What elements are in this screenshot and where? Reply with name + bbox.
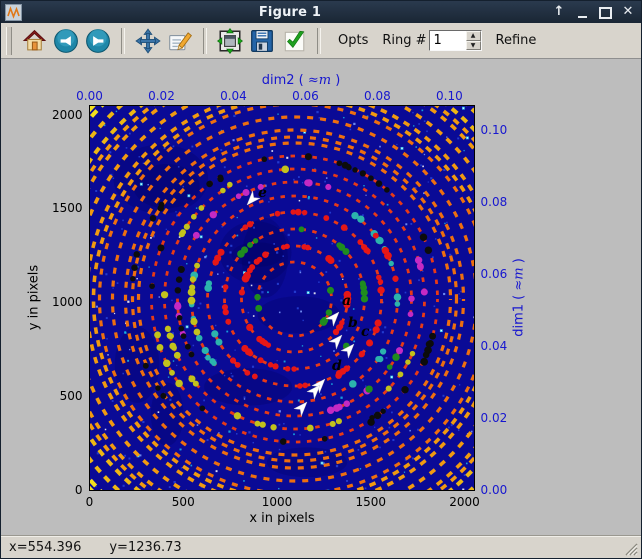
spin-up-button[interactable]: ▲ (466, 31, 481, 41)
home-icon (22, 28, 47, 53)
tick-label: 1000 (262, 495, 293, 509)
save-icon (249, 28, 275, 54)
svg-text:a: a (342, 293, 351, 309)
ring-number-input[interactable] (430, 31, 466, 50)
toolbar-separator (317, 28, 321, 54)
toolbar-separator (121, 28, 125, 54)
maximize-icon (599, 7, 612, 19)
subplots-button[interactable] (216, 27, 244, 55)
minimize-icon (578, 16, 587, 18)
tick-label: 1500 (355, 495, 386, 509)
spin-down-button[interactable]: ▼ (466, 41, 481, 51)
tick-label: 0.10 (436, 89, 463, 103)
window-title: Figure 1 (28, 5, 552, 20)
tick-label: 500 (60, 389, 83, 403)
home-button[interactable] (20, 27, 48, 55)
forward-icon (85, 28, 111, 54)
cursor-position-y: y=1236.73 (109, 540, 181, 555)
tick-label: 0.02 (148, 89, 175, 103)
maximize-button[interactable] (598, 5, 612, 19)
save-button[interactable] (248, 27, 276, 55)
right-axis-label: dim1 ( ≈m ) (512, 248, 527, 348)
back-button[interactable] (52, 27, 80, 55)
tick-label: 0.00 (481, 483, 508, 497)
y-axis-label: y in pixels (27, 248, 42, 348)
tick-label: 0.06 (292, 89, 319, 103)
figure-canvas: abc d e dim2 ( ≈m ) dim1 ( ≈m ) x in pixel… (1, 59, 641, 535)
tick-label: 2000 (449, 495, 480, 509)
tick-label: 0.04 (481, 339, 508, 353)
close-button[interactable]: ✕ (621, 5, 635, 19)
forward-button[interactable] (84, 27, 112, 55)
svg-text:c: c (361, 324, 370, 340)
app-icon (5, 4, 22, 21)
titlebar[interactable]: Figure 1 ↑ ✕ (1, 1, 641, 23)
ring-number-label: Ring # (382, 33, 426, 48)
tick-label: 1500 (52, 201, 83, 215)
toolbar-separator (203, 28, 207, 54)
tick-label: 0 (86, 495, 94, 509)
zoom-rect-icon (167, 28, 193, 54)
tick-label: 2000 (52, 108, 83, 122)
tick-label: 0.08 (481, 195, 508, 209)
svg-text:e: e (258, 185, 267, 201)
zoom-rect-button[interactable] (166, 27, 194, 55)
subplots-icon (217, 28, 243, 54)
top-axis-label: dim2 ( ≈m ) (262, 73, 341, 88)
tick-label: 0.08 (364, 89, 391, 103)
svg-text:b: b (348, 315, 358, 331)
tick-label: 0.10 (481, 123, 508, 137)
move-icon (135, 28, 161, 54)
figure-window: Figure 1 ↑ ✕ (0, 0, 642, 559)
checkmark-icon (281, 28, 307, 54)
tick-label: 0.06 (481, 267, 508, 281)
tick-label: 0 (75, 483, 83, 497)
minimize-button[interactable] (575, 6, 589, 18)
tick-label: 0.00 (76, 89, 103, 103)
statusbar: x=554.396 y=1236.73 (1, 535, 641, 558)
pan-button[interactable] (134, 27, 162, 55)
tick-label: 0.02 (481, 411, 508, 425)
cursor-position-x: x=554.396 (9, 540, 81, 555)
opts-button[interactable]: Opts (338, 33, 368, 48)
tick-label: 1000 (52, 295, 83, 309)
ring-spinbox: ▲ ▼ (429, 30, 482, 51)
apply-button[interactable] (280, 27, 308, 55)
waveform-icon (7, 6, 20, 19)
tick-label: 500 (172, 495, 195, 509)
svg-text:d: d (332, 358, 342, 374)
back-icon (53, 28, 79, 54)
diffraction-image[interactable]: abc d e (89, 105, 475, 491)
shade-button[interactable]: ↑ (552, 5, 566, 19)
resize-grip[interactable] (623, 541, 638, 556)
toolbar-handle[interactable] (6, 27, 12, 55)
toolbar: Opts Ring # ▲ ▼ Refine (1, 23, 641, 59)
tick-label: 0.04 (220, 89, 247, 103)
x-axis-label: x in pixels (249, 511, 314, 526)
refine-button[interactable]: Refine (496, 33, 537, 48)
